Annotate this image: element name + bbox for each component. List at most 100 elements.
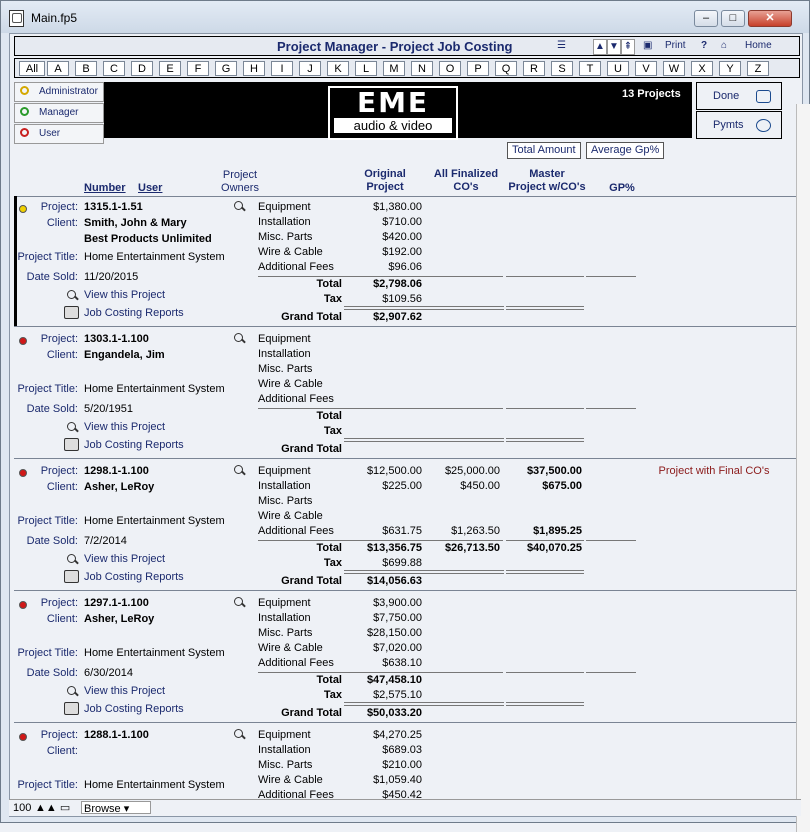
first-record-icon[interactable]: ⇞ xyxy=(621,39,635,55)
page-title: Project Manager - Project Job Costing xyxy=(277,39,513,54)
owners-search-icon[interactable] xyxy=(234,201,243,210)
average-gp-button[interactable]: Average Gp% xyxy=(586,142,665,159)
job-costing-reports-link[interactable]: Job Costing Reports xyxy=(84,439,184,451)
total-amount-button[interactable]: Total Amount xyxy=(507,142,581,159)
master-total: $40,070.25 xyxy=(526,542,582,554)
alpha-filter-x[interactable]: X xyxy=(691,61,713,76)
date-sold-label: Date Sold: xyxy=(26,535,78,547)
close-button[interactable]: ✕ xyxy=(748,10,792,27)
printer-icon[interactable]: ▣ xyxy=(643,39,652,53)
document-icon xyxy=(9,10,24,27)
owners-search-icon[interactable] xyxy=(234,729,243,738)
finalized-amount: $450.00 xyxy=(460,480,500,492)
manager-button[interactable]: Manager xyxy=(14,103,104,123)
original-amount: $7,750.00 xyxy=(373,612,422,624)
grand-total-label: Grand Total xyxy=(281,443,342,455)
alpha-filter-q[interactable]: Q xyxy=(495,61,517,76)
alpha-filter-j[interactable]: J xyxy=(299,61,321,76)
owners-search-icon[interactable] xyxy=(234,333,243,342)
administrator-button[interactable]: Administrator xyxy=(14,82,104,102)
next-record-icon[interactable]: ▼ xyxy=(607,39,621,55)
view-project-link[interactable]: View this Project xyxy=(84,289,165,301)
payments-button[interactable]: Pymts xyxy=(696,111,782,139)
job-costing-reports-link[interactable]: Job Costing Reports xyxy=(84,307,184,319)
date-sold: 6/30/2014 xyxy=(84,667,133,679)
client-label: Client: xyxy=(46,745,78,757)
alpha-filter-o[interactable]: O xyxy=(439,61,461,76)
alpha-filter-f[interactable]: F xyxy=(187,61,209,76)
job-costing-reports-link[interactable]: Job Costing Reports xyxy=(84,703,184,715)
project-label: Project: xyxy=(40,729,78,741)
alpha-filter-t[interactable]: T xyxy=(579,61,601,76)
minimize-button[interactable]: – xyxy=(694,10,718,27)
help-button[interactable]: ? xyxy=(701,39,707,53)
record-divider xyxy=(14,458,796,459)
sort-icon[interactable]: ☰ xyxy=(557,39,566,53)
alpha-filter-n[interactable]: N xyxy=(411,61,433,76)
key-icon xyxy=(20,107,29,116)
alpha-filter-d[interactable]: D xyxy=(131,61,153,76)
logo-text: EME xyxy=(356,86,430,119)
tax-rule xyxy=(344,306,504,310)
alpha-filter-l[interactable]: L xyxy=(355,61,377,76)
home-icon[interactable]: ⌂ xyxy=(721,39,727,53)
alpha-filter-h[interactable]: H xyxy=(243,61,265,76)
alpha-filter-p[interactable]: P xyxy=(467,61,489,76)
alpha-filter-c[interactable]: C xyxy=(103,61,125,76)
view-project-link[interactable]: View this Project xyxy=(84,421,165,433)
alpha-filter-b[interactable]: B xyxy=(75,61,97,76)
project-title: Home Entertainment System xyxy=(84,515,225,527)
job-costing-reports-link[interactable]: Job Costing Reports xyxy=(84,571,184,583)
alpha-filter-all[interactable]: All xyxy=(19,61,45,76)
category-label: Installation xyxy=(258,480,311,492)
project-title: Home Entertainment System xyxy=(84,251,225,263)
user-button[interactable]: User xyxy=(14,124,104,144)
total-rule xyxy=(258,276,503,277)
project-label: Project: xyxy=(40,597,78,609)
grand-total-label: Grand Total xyxy=(281,575,342,587)
alpha-filter-e[interactable]: E xyxy=(159,61,181,76)
alpha-filter-z[interactable]: Z xyxy=(747,61,769,76)
alpha-filter-g[interactable]: G xyxy=(215,61,237,76)
alpha-filter-a[interactable]: A xyxy=(47,61,69,76)
zoom-icons[interactable]: ▲▲ ▭ xyxy=(35,801,70,814)
tax-rule xyxy=(344,438,504,442)
alpha-filter-w[interactable]: W xyxy=(663,61,685,76)
sort-number-link[interactable]: Number xyxy=(84,182,126,195)
return-icon xyxy=(756,90,771,103)
view-project-link[interactable]: View this Project xyxy=(84,553,165,565)
tax-label: Tax xyxy=(323,425,342,437)
alpha-filter-m[interactable]: M xyxy=(383,61,405,76)
alpha-filter-s[interactable]: S xyxy=(551,61,573,76)
done-button[interactable]: Done xyxy=(696,82,782,110)
master-tax-rule xyxy=(506,570,584,574)
alpha-filter-u[interactable]: U xyxy=(607,61,629,76)
zoom-level[interactable]: 100 xyxy=(13,802,31,814)
owners-header-1: Project xyxy=(222,169,258,181)
original-tax: $109.56 xyxy=(382,293,422,305)
alpha-filter-k[interactable]: K xyxy=(327,61,349,76)
application-window: Main.fp5 – □ ✕ Project Manager - Project… xyxy=(0,0,810,832)
original-amount: $631.75 xyxy=(382,525,422,537)
owners-search-icon[interactable] xyxy=(234,597,243,606)
gp-total-rule xyxy=(586,408,636,409)
alpha-filter-r[interactable]: R xyxy=(523,61,545,76)
alpha-filter-y[interactable]: Y xyxy=(719,61,741,76)
gp-header: GP% xyxy=(609,182,635,194)
original-header: Original Project xyxy=(350,168,420,194)
project-number: 1315.1-1.51 xyxy=(84,201,143,213)
sort-user-link[interactable]: User xyxy=(138,182,162,195)
owners-search-icon[interactable] xyxy=(234,465,243,474)
master-header: Master Project w/CO's xyxy=(504,168,590,194)
alpha-filter-v[interactable]: V xyxy=(635,61,657,76)
home-button[interactable]: Home xyxy=(745,39,772,53)
vertical-scrollbar[interactable] xyxy=(796,104,810,832)
mode-select[interactable]: Browse ▾ xyxy=(81,801,151,815)
alpha-filter-i[interactable]: I xyxy=(271,61,293,76)
previous-record-icon[interactable]: ▲ xyxy=(593,39,607,55)
original-amount: $225.00 xyxy=(382,480,422,492)
print-button[interactable]: Print xyxy=(665,39,686,53)
maximize-button[interactable]: □ xyxy=(721,10,745,27)
view-project-link[interactable]: View this Project xyxy=(84,685,165,697)
master-header-2: Project w/CO's xyxy=(508,181,586,193)
